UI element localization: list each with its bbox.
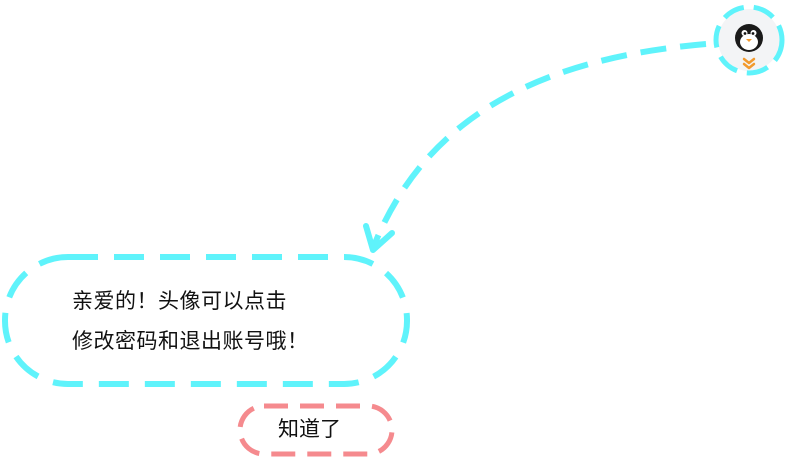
got-it-button-label: 知道了 [278, 417, 341, 441]
guide-overlay: 亲爱的！头像可以点击 修改密码和退出账号哦！ 知道了 [0, 0, 789, 460]
avatar-highlight [713, 4, 785, 76]
penguin-icon [735, 24, 763, 52]
guide-message-line-2: 修改密码和退出账号哦！ [72, 329, 309, 353]
pointer-arrow-path [370, 41, 707, 250]
got-it-button[interactable]: 知道了 [236, 402, 396, 458]
guide-message: 亲爱的！头像可以点击 修改密码和退出账号哦！ [72, 281, 392, 361]
guide-graphics [2, 41, 707, 387]
guide-message-line-1: 亲爱的！头像可以点击 [72, 289, 287, 313]
avatar-button[interactable] [713, 4, 785, 76]
